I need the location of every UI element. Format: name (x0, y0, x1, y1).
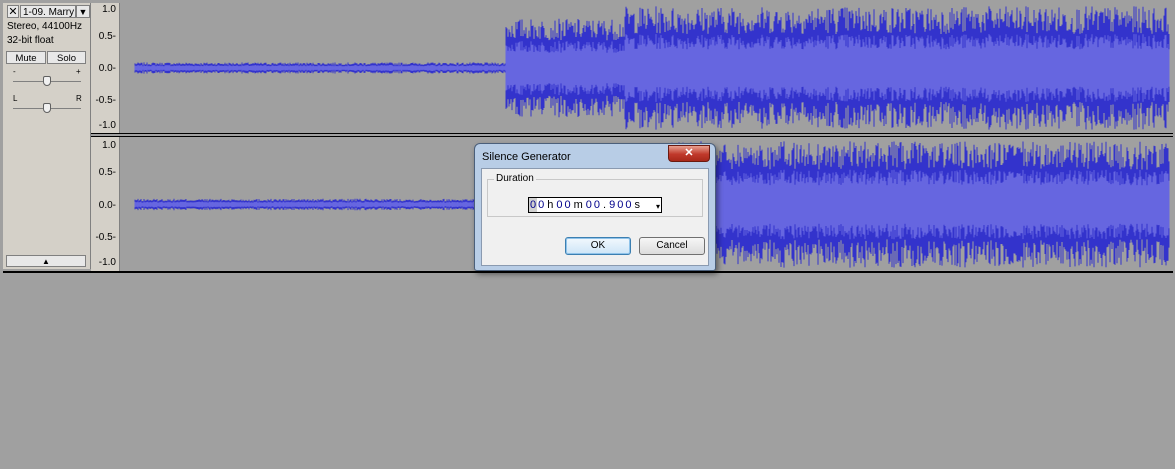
gain-plus-label: + (76, 67, 81, 76)
track-menu-arrow-icon[interactable]: ▼ (76, 5, 90, 18)
dialog-body: Duration 00h00m00.900s ▾ OK Cancel (481, 168, 709, 266)
solo-button[interactable]: Solo (47, 51, 86, 64)
seconds-digit[interactable]: 0 (585, 198, 593, 212)
seconds-unit: s (634, 199, 640, 211)
gain-slider-thumb[interactable] (43, 76, 51, 86)
decimal-point: . (603, 199, 607, 211)
seconds-digit[interactable]: 0 (593, 198, 601, 212)
minutes-digit[interactable]: 0 (564, 198, 572, 212)
vertical-ruler-lower: 1.0 0.5- 0.0- -0.5- -1.0 (91, 137, 120, 271)
milliseconds-digit[interactable]: 9 (608, 198, 616, 212)
pan-slider-thumb[interactable] (43, 103, 51, 113)
milliseconds-digit[interactable]: 0 (616, 198, 624, 212)
ruler-label-neg1.0: -1.0 (98, 257, 116, 268)
pan-left-label: L (13, 94, 18, 103)
collapse-track-button[interactable]: ▲ (6, 255, 86, 267)
ruler-label-0.5: 0.5- (98, 31, 116, 42)
gain-minus-label: - (13, 67, 16, 76)
track-close-button[interactable]: ✕ (7, 5, 19, 18)
hours-digit[interactable]: 0 (537, 198, 545, 212)
track-format: Stereo, 44100Hz (7, 21, 83, 32)
duration-group-label: Duration (494, 173, 536, 184)
channel-separator (91, 133, 1173, 137)
ruler-label-0.0: 0.0- (98, 63, 116, 74)
vertical-ruler-upper: 1.0 0.5- 0.0- -0.5- -1.0 (91, 3, 120, 133)
ruler-label-neg0.5: -0.5- (95, 232, 116, 243)
mute-button[interactable]: Mute (6, 51, 46, 64)
ok-button[interactable]: OK (565, 237, 631, 255)
ruler-label-neg0.5: -0.5- (95, 95, 116, 106)
track-bit-depth: 32-bit float (7, 35, 54, 46)
pan-right-label: R (76, 94, 82, 103)
track-name-button[interactable]: 1-09. Marry (20, 5, 76, 18)
waveform-rms (134, 34, 1170, 102)
track-title-row: ✕ 1-09. Marry ▼ (5, 5, 90, 19)
ruler-label-1.0: 1.0 (102, 4, 116, 15)
dialog-title: Silence Generator (482, 151, 571, 163)
duration-time-control[interactable]: 00h00m00.900s ▾ (528, 197, 662, 213)
milliseconds-digit[interactable]: 0 (624, 198, 632, 212)
ruler-label-0.5: 0.5- (98, 167, 116, 178)
minutes-unit: m (573, 199, 583, 211)
silence-generator-dialog: Silence Generator ✕ Duration 00h00m00.90… (474, 143, 716, 271)
hours-digit[interactable]: 0 (529, 198, 538, 212)
minutes-digit[interactable]: 0 (555, 198, 563, 212)
track-control-panel: ✕ 1-09. Marry ▼ Stereo, 44100Hz 32-bit f… (3, 3, 91, 269)
ruler-label-1.0: 1.0 (102, 140, 116, 151)
format-dropdown-icon[interactable]: ▾ (656, 200, 660, 214)
cancel-button[interactable]: Cancel (639, 237, 705, 255)
dialog-close-button[interactable]: ✕ (668, 145, 710, 162)
waveform-left-channel[interactable] (120, 3, 1170, 133)
ruler-label-0.0: 0.0- (98, 200, 116, 211)
ruler-label-neg1.0: -1.0 (98, 120, 116, 131)
hours-unit: h (547, 199, 554, 211)
